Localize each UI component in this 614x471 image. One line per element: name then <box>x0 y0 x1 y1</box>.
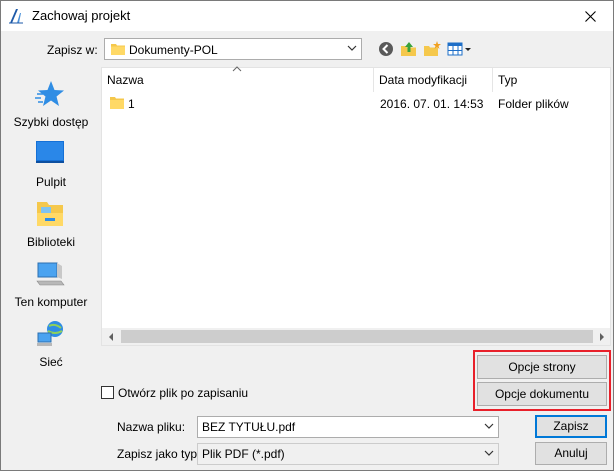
window-title: Zachowaj projekt <box>32 8 131 23</box>
filename-label: Nazwa pliku: <box>117 420 186 434</box>
filename-input[interactable]: BEZ TYTUŁU.pdf <box>197 416 499 438</box>
libraries-icon <box>37 202 63 226</box>
place-label: Ten komputer <box>14 295 88 309</box>
app-logo-icon <box>9 9 23 24</box>
view-menu-button[interactable] <box>447 40 473 58</box>
title-bar: Zachowaj projekt <box>1 1 613 31</box>
scroll-left-button[interactable] <box>102 328 119 345</box>
folder-icon <box>110 97 124 109</box>
page-options-button[interactable]: Opcje strony <box>477 355 607 379</box>
folder-icon <box>111 44 125 55</box>
column-label: Typ <box>498 73 518 87</box>
chevron-left-icon <box>108 332 113 341</box>
place-label: Biblioteki <box>26 235 76 249</box>
chevron-down-icon <box>484 423 494 429</box>
filetype-value: Plik PDF (*.pdf) <box>202 447 285 461</box>
place-network[interactable]: Sieć <box>5 319 93 375</box>
chevron-right-icon <box>599 332 604 341</box>
column-header-name[interactable]: Nazwa <box>102 66 374 92</box>
column-label: Nazwa <box>107 73 144 87</box>
star-icon <box>35 81 64 106</box>
column-label: Data modyfikacji <box>379 73 468 87</box>
place-label: Pulpit <box>35 175 67 189</box>
desktop-icon <box>36 141 64 163</box>
up-folder-button[interactable] <box>400 40 418 58</box>
place-label: Sieć <box>39 355 63 369</box>
scroll-right-button[interactable] <box>593 328 610 345</box>
back-button[interactable] <box>377 40 395 58</box>
column-header-type[interactable]: Typ <box>493 68 610 92</box>
up-folder-icon <box>401 42 416 56</box>
close-icon <box>584 10 596 22</box>
new-folder-icon <box>424 41 441 56</box>
file-list[interactable]: Nazwa Data modyfikacji Typ 1 2016. 07. 0… <box>101 66 611 346</box>
save-button[interactable]: Zapisz <box>535 415 607 438</box>
place-libraries[interactable]: Biblioteki <box>5 199 93 255</box>
sort-up-icon <box>232 66 242 72</box>
chevron-down-icon <box>484 450 494 456</box>
location-dropdown[interactable]: Dokumenty-POL <box>104 38 362 60</box>
computer-icon <box>36 262 65 286</box>
file-name: 1 <box>128 97 135 111</box>
cancel-button[interactable]: Anuluj <box>535 442 607 465</box>
location-toolbar: Zapisz w: Dokumenty-POL <box>1 31 613 67</box>
save-dialog: Zachowaj projekt Zapisz w: Dokumenty-POL <box>0 0 614 471</box>
column-header-modified[interactable]: Data modyfikacji <box>374 68 493 92</box>
open-after-save-checkbox[interactable] <box>101 386 114 399</box>
location-value: Dokumenty-POL <box>129 43 218 57</box>
place-label: Szybki dostęp <box>13 115 89 129</box>
place-this-pc[interactable]: Ten komputer <box>5 259 93 315</box>
save-in-label: Zapisz w: <box>47 43 98 57</box>
horizontal-scrollbar[interactable] <box>102 328 610 345</box>
place-quick-access[interactable]: Szybki dostęp <box>5 79 93 135</box>
scroll-thumb[interactable] <box>121 330 593 343</box>
places-bar: Szybki dostęp Pulpit Biblioteki Ten komp… <box>5 67 93 374</box>
file-row[interactable]: 1 2016. 07. 01. 14:53 Folder plików <box>102 92 610 114</box>
file-modified: 2016. 07. 01. 14:53 <box>380 97 484 111</box>
place-desktop[interactable]: Pulpit <box>5 139 93 195</box>
new-folder-button[interactable] <box>423 40 441 58</box>
network-icon <box>37 321 63 346</box>
filetype-dropdown[interactable]: Plik PDF (*.pdf) <box>197 443 499 465</box>
open-after-save-label: Otwórz plik po zapisaniu <box>118 386 249 400</box>
close-button[interactable] <box>567 1 613 31</box>
view-grid-icon <box>447 42 471 56</box>
chevron-down-icon <box>347 45 357 51</box>
filetype-label: Zapisz jako typ: <box>117 447 201 461</box>
file-type: Folder plików <box>498 97 569 111</box>
back-arrow-icon <box>379 42 393 56</box>
filename-value: BEZ TYTUŁU.pdf <box>202 420 296 434</box>
document-options-button[interactable]: Opcje dokumentu <box>477 382 607 406</box>
